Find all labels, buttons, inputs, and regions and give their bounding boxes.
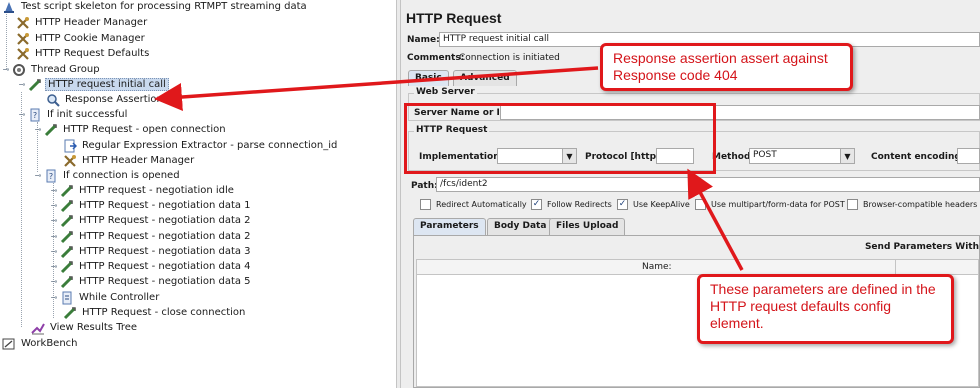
highlight-rectangle: [404, 103, 716, 174]
callout-http-defaults: These parameters are defined in the HTTP…: [697, 274, 954, 344]
arrow-to-response-assertion: [154, 66, 599, 111]
arrow-to-http-request-params: [687, 168, 744, 271]
callout-response-assertion: Response assertion assert against Respon…: [600, 43, 853, 91]
